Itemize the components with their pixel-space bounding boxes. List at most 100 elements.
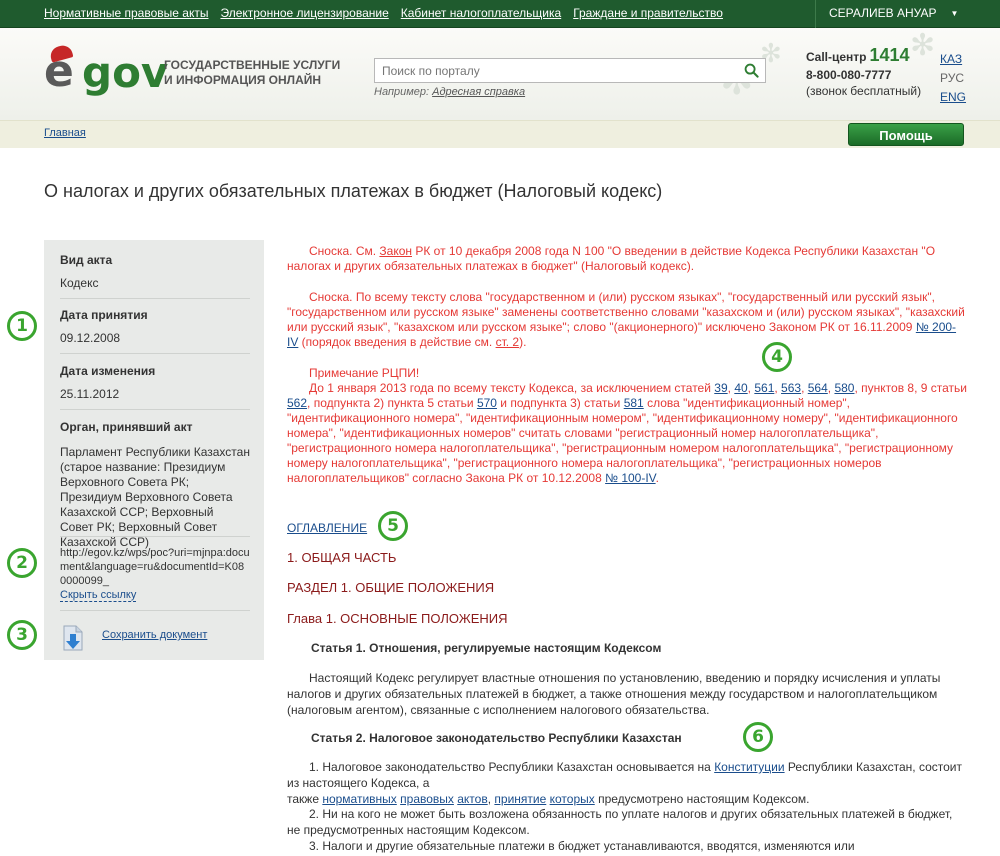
divider <box>60 353 250 354</box>
marker-6: 6 <box>743 722 773 752</box>
call-center-info: Call-центр 1414 8-800-080-7777 (звонок бе… <box>806 45 922 99</box>
free-call-note: (звонок бесплатный) <box>806 84 922 98</box>
article-link[interactable]: 564 <box>808 381 828 395</box>
language-switcher: КАЗ РУС ENG <box>940 50 966 107</box>
article-1-text: Настоящий Кодекс регулирует властные отн… <box>287 671 941 717</box>
marker-5: 5 <box>378 511 408 541</box>
article-2-paragraph-3: 3. Налоги и другие обязательные платежи … <box>309 839 855 853</box>
top-link-legal-acts[interactable]: Нормативные правовые акты <box>44 6 208 20</box>
article-2-paragraph-2: 2. Ни на кого не может быть возложена об… <box>287 807 953 837</box>
article-link[interactable]: 40 <box>734 381 747 395</box>
divider <box>60 536 250 537</box>
example-link[interactable]: Адресная справка <box>432 86 525 98</box>
paragraph-text: также <box>287 792 323 806</box>
divider <box>60 298 250 299</box>
note-text: . <box>655 471 659 485</box>
top-link-taxpayer-cabinet[interactable]: Кабинет налогоплательщика <box>401 6 561 20</box>
top-link-e-licensing[interactable]: Электронное лицензирование <box>220 6 388 20</box>
top-link-citizens-government[interactable]: Граждане и правительство <box>573 6 723 20</box>
article-2-link[interactable]: ст. 2 <box>496 335 520 349</box>
help-button[interactable]: Помощь <box>848 123 964 146</box>
article-link[interactable]: 562 <box>287 396 307 410</box>
table-of-contents-link[interactable]: ОГЛАВЛЕНИЕ <box>287 521 367 535</box>
search-box <box>374 58 766 83</box>
marker-3: 3 <box>7 620 37 650</box>
site-header: ✻ ✻ ✻ e gov ГОСУДАРСТВЕННЫЕ УСЛУГИ И ИНФ… <box>0 28 1000 120</box>
change-date: Дата изменения 25.11.2012 <box>60 364 250 402</box>
breadcrumb-home[interactable]: Главная <box>44 127 86 139</box>
law-link[interactable]: Закон <box>379 244 412 258</box>
top-navigation-bar: Нормативные правовые акты Электронное ли… <box>0 0 1000 28</box>
article-link[interactable]: 581 <box>624 396 644 410</box>
lang-kaz[interactable]: КАЗ <box>940 50 966 69</box>
normative-link[interactable]: нормативных <box>322 792 396 806</box>
rcpi-note-title: Примечание РЦПИ! <box>309 366 420 380</box>
act-type-label: Вид акта <box>60 253 113 267</box>
top-divider <box>815 0 816 28</box>
paragraph-text: предусмотрено настоящим Кодексом. <box>594 792 810 806</box>
tagline-line-2: И ИНФОРМАЦИЯ ОНЛАЙН <box>164 73 322 87</box>
user-menu[interactable]: СЕРАЛИЕВ АНУАР ▼ <box>829 6 958 20</box>
note-text: , пунктов 8, 9 статьи <box>854 381 967 395</box>
document-url-block: http://egov.kz/wps/poc?uri=mjnpa:documen… <box>60 546 250 602</box>
divider <box>60 610 250 611</box>
note-text: и подпункта 3) статьи <box>496 396 624 410</box>
egov-logo[interactable]: e gov <box>44 43 168 100</box>
phone-number: 8-800-080-7777 <box>806 68 892 82</box>
acts-link[interactable]: актов <box>457 792 487 806</box>
change-date-value: 25.11.2012 <box>60 387 120 401</box>
lang-eng[interactable]: ENG <box>940 88 966 107</box>
marker-2: 2 <box>7 548 37 578</box>
page-title: О налогах и других обязательных платежах… <box>44 181 663 201</box>
lang-rus[interactable]: РУС <box>940 69 966 88</box>
note-text: , подпункта 2) пункта 5 статьи <box>307 396 477 410</box>
document-url: http://egov.kz/wps/poc?uri=mjnpa:documen… <box>60 547 250 587</box>
article-link[interactable]: 563 <box>781 381 801 395</box>
example-label: Например: <box>374 86 430 98</box>
hide-link-button[interactable]: Скрыть ссылку <box>60 589 137 602</box>
save-document-link[interactable]: Сохранить документ <box>102 629 207 641</box>
footnote-2: Сноска. По всему тексту слова "государст… <box>287 290 967 350</box>
issuing-organ-label: Орган, принявший акт <box>60 420 193 434</box>
article-link[interactable]: 570 <box>477 396 497 410</box>
divider <box>60 409 250 410</box>
note-text: Сноска. По всему тексту слова "государст… <box>287 290 965 334</box>
logo-gov: gov <box>82 48 169 97</box>
note-text: Сноска. См. <box>309 244 380 258</box>
article-link[interactable]: 580 <box>834 381 854 395</box>
callcenter-number: 1414 <box>869 45 910 65</box>
adoption-date-label: Дата принятия <box>60 308 148 322</box>
caret-down-icon: ▼ <box>950 8 959 18</box>
legal-link[interactable]: правовых <box>400 792 454 806</box>
search-icon[interactable] <box>744 63 759 78</box>
rcpi-note-body: До 1 января 2013 года по всему тексту Ко… <box>287 381 967 485</box>
act-info-sidebar: Вид акта Кодекс Дата принятия 09.12.2008… <box>44 240 264 660</box>
site-tagline: ГОСУДАРСТВЕННЫЕ УСЛУГИ И ИНФОРМАЦИЯ ОНЛА… <box>164 58 340 88</box>
act-type: Вид акта Кодекс <box>60 253 250 291</box>
paragraph-text: 1. Налоговое законодательство Республики… <box>309 760 715 774</box>
save-document-icon[interactable] <box>62 624 84 652</box>
change-date-label: Дата изменения <box>60 364 156 378</box>
which-link[interactable]: которых <box>550 792 595 806</box>
law-100-iv-link[interactable]: № 100-IV <box>605 471 655 485</box>
note-text: До 1 января 2013 года по всему тексту Ко… <box>309 381 715 395</box>
act-type-value: Кодекс <box>60 276 99 290</box>
chapter-heading: Глава 1. ОСНОВНЫЕ ПОЛОЖЕНИЯ <box>287 611 508 626</box>
note-text: ). <box>519 335 527 349</box>
adoption-date: Дата принятия 09.12.2008 <box>60 308 250 346</box>
article-2-title: Статья 2. Налоговое законодательство Рес… <box>311 731 682 745</box>
article-2-paragraph-1: 1. Налоговое законодательство Республики… <box>287 760 962 806</box>
top-links: Нормативные правовые акты Электронное ли… <box>44 6 723 20</box>
section-heading: РАЗДЕЛ 1. ОБЩИЕ ПОЛОЖЕНИЯ <box>287 580 495 595</box>
marker-1: 1 <box>7 311 37 341</box>
part-heading: 1. ОБЩАЯ ЧАСТЬ <box>287 550 397 565</box>
issuing-organ-value: Парламент Республики Казахстан (старое н… <box>60 445 250 549</box>
article-link[interactable]: 561 <box>754 381 774 395</box>
search-input[interactable] <box>375 59 735 82</box>
adoption-link[interactable]: принятие <box>494 792 546 806</box>
adoption-date-value: 09.12.2008 <box>60 331 121 345</box>
note-text: (порядок введения в действие см. <box>298 335 496 349</box>
article-link[interactable]: 39 <box>714 381 727 395</box>
constitution-link[interactable]: Конституции <box>714 760 784 774</box>
user-name: СЕРАЛИЕВ АНУАР <box>829 6 937 20</box>
